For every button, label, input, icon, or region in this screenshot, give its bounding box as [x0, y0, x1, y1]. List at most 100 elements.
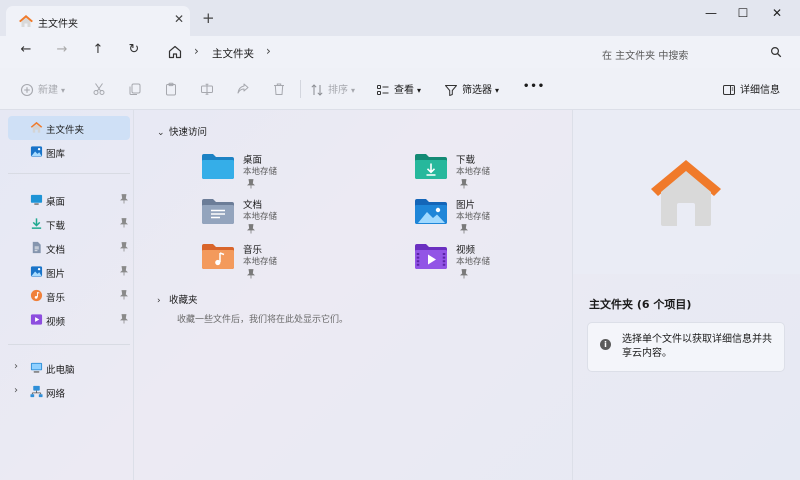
expand-chevron-icon[interactable]: ›	[14, 385, 18, 396]
share-icon[interactable]	[236, 82, 250, 96]
view-button[interactable]: 查看 ▾	[376, 81, 421, 97]
close-tab-icon[interactable]: ✕	[172, 12, 186, 26]
cut-icon[interactable]	[92, 82, 106, 96]
documents-folder-icon	[202, 199, 234, 224]
filter-icon	[445, 85, 457, 96]
view-label: 查看	[394, 85, 414, 96]
search-input[interactable]: 在 主文件夹 中搜索	[588, 39, 792, 65]
back-button[interactable]: ←	[16, 42, 36, 60]
details-title: 主文件夹 (6 个项目)	[589, 298, 692, 311]
new-tab-button[interactable]: +	[202, 11, 215, 26]
sidebar-item-music[interactable]: 音乐	[8, 284, 130, 308]
copy-icon[interactable]	[128, 82, 142, 96]
filter-button[interactable]: 筛选器 ▾	[444, 81, 499, 97]
up-button[interactable]: ↑	[88, 42, 108, 60]
sidebar-item-label: 图库	[46, 149, 66, 160]
item-name: 视频	[456, 245, 476, 256]
downloads-folder-icon	[415, 154, 447, 179]
expand-chevron-icon[interactable]: ›	[14, 361, 18, 372]
quick-access-item-documents[interactable]: 文档 本地存储	[201, 197, 381, 237]
pin-icon[interactable]	[120, 290, 128, 300]
close-window-button[interactable]: ✕	[762, 6, 792, 24]
chevron-down-icon: ▾	[351, 86, 356, 95]
search-placeholder: 在 主文件夹 中搜索	[602, 51, 689, 62]
pictures-folder-icon	[415, 199, 447, 224]
pin-icon	[460, 179, 468, 189]
music-folder-icon	[202, 244, 234, 269]
sidebar-item-pictures[interactable]: 图片	[8, 260, 130, 284]
sidebar-item-label: 文档	[46, 245, 66, 256]
sidebar-item-documents[interactable]: 文档	[8, 236, 130, 260]
details-pane-button[interactable]: 详细信息	[722, 81, 780, 97]
preview-area	[573, 110, 800, 274]
refresh-button[interactable]: ↻	[124, 42, 144, 60]
network-icon	[30, 385, 43, 398]
sidebar-item-videos[interactable]: 视频	[8, 308, 130, 332]
navigation-pane: 主文件夹 图库 桌面 下载 文档 图片 音乐 视频 › 此电脑 › 网络	[0, 110, 134, 480]
tab-title: 主文件夹	[38, 19, 78, 30]
pin-icon	[460, 224, 468, 234]
sidebar-item-this-pc[interactable]: › 此电脑	[8, 356, 130, 380]
info-icon: i	[600, 339, 611, 350]
item-name: 桌面	[243, 155, 263, 166]
sidebar-item-home[interactable]: 主文件夹	[8, 116, 130, 140]
pin-icon[interactable]	[120, 266, 128, 276]
chevron-down-icon: ▾	[417, 86, 422, 95]
details-info-text: 选择单个文件以获取详细信息并共享云内容。	[622, 334, 772, 359]
sidebar-item-label: 网络	[46, 389, 66, 400]
item-name: 图片	[456, 200, 476, 211]
maximize-button[interactable]: ☐	[728, 6, 758, 24]
quick-access-item-desktop[interactable]: 桌面 本地存储	[201, 152, 381, 192]
pin-icon[interactable]	[120, 218, 128, 228]
title-bar: 主文件夹 ✕ + — ☐ ✕	[0, 0, 800, 36]
pin-icon	[247, 179, 255, 189]
quick-access-header[interactable]: ⌄ 快速访问	[157, 124, 207, 138]
sidebar-item-desktop[interactable]: 桌面	[8, 188, 130, 212]
pin-icon[interactable]	[120, 242, 128, 252]
breadcrumb-separator[interactable]: ›	[266, 44, 271, 58]
home-icon	[30, 121, 43, 133]
command-bar: 新建 ▾ 排序 ▾ 查看 ▾ 筛选器 ▾ ••• 详细信息	[0, 68, 800, 110]
quick-access-item-pictures[interactable]: 图片 本地存储	[414, 197, 594, 237]
paste-icon[interactable]	[164, 82, 178, 96]
address-bar[interactable]: › 主文件夹 ›	[160, 39, 580, 65]
tab-home[interactable]: 主文件夹 ✕	[6, 6, 190, 36]
favorites-header[interactable]: › 收藏夹	[157, 292, 198, 306]
quick-access-item-videos[interactable]: 视频 本地存储	[414, 242, 594, 282]
search-icon[interactable]	[770, 46, 782, 58]
pin-icon	[247, 269, 255, 279]
sidebar-item-label: 此电脑	[46, 365, 75, 376]
pin-icon[interactable]	[120, 314, 128, 324]
more-options-button[interactable]: •••	[523, 81, 545, 97]
desktop-icon	[30, 194, 43, 205]
forward-button[interactable]: →	[52, 42, 72, 60]
pictures-icon	[30, 266, 43, 277]
section-title: 快速访问	[169, 127, 208, 138]
sidebar-item-network[interactable]: › 网络	[8, 380, 130, 404]
minimize-button[interactable]: —	[696, 6, 726, 24]
new-button[interactable]: 新建 ▾	[20, 81, 65, 97]
sidebar-item-label: 音乐	[46, 293, 66, 304]
sidebar-item-gallery[interactable]: 图库	[8, 140, 130, 164]
item-location: 本地存储	[243, 167, 278, 177]
chevron-down-icon: ▾	[61, 86, 66, 95]
breadcrumb-home[interactable]: 主文件夹	[212, 46, 254, 61]
quick-access-item-downloads[interactable]: 下载 本地存储	[414, 152, 594, 192]
item-name: 音乐	[243, 245, 263, 256]
details-label: 详细信息	[740, 85, 780, 96]
home-large-icon	[651, 160, 721, 226]
collapse-chevron-icon[interactable]: ›	[157, 296, 169, 306]
pin-icon	[460, 269, 468, 279]
pin-icon[interactable]	[120, 194, 128, 204]
sidebar-item-label: 桌面	[46, 197, 66, 208]
item-name: 文档	[243, 200, 263, 211]
collapse-chevron-icon[interactable]: ⌄	[157, 128, 169, 138]
sidebar-item-downloads[interactable]: 下载	[8, 212, 130, 236]
sidebar-item-label: 视频	[46, 317, 66, 328]
quick-access-item-music[interactable]: 音乐 本地存储	[201, 242, 381, 282]
sort-button[interactable]: 排序 ▾	[310, 81, 355, 97]
content-pane: ⌄ 快速访问 桌面 本地存储 下载 本地存储 文档 本地存储 图片 本地存储 音…	[135, 110, 572, 480]
delete-icon[interactable]	[272, 82, 286, 96]
breadcrumb-separator[interactable]: ›	[194, 44, 199, 58]
rename-icon[interactable]	[200, 82, 214, 96]
